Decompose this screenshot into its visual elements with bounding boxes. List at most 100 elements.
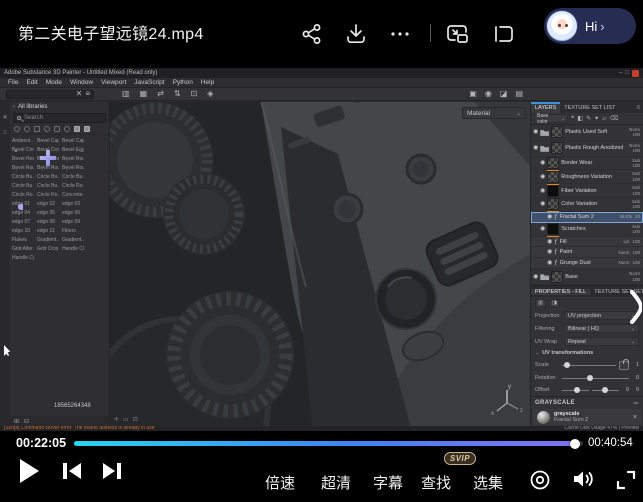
visibility-eye-icon[interactable]: ◉ bbox=[547, 260, 552, 266]
asset-tile[interactable]: Bevel Rou… bbox=[62, 156, 84, 162]
slider-value[interactable]: 0 bbox=[622, 387, 629, 393]
filter-textures-icon[interactable] bbox=[74, 126, 80, 132]
visibility-eye-icon[interactable]: ◉ bbox=[533, 145, 538, 151]
mask-mode-icon[interactable]: ◨ bbox=[549, 299, 560, 308]
video-frame-substance-painter[interactable]: Adobe Substance 3D Painter - Untitled Mi… bbox=[0, 68, 643, 431]
episodes-button[interactable]: 选集 bbox=[473, 472, 503, 493]
layer-blend-mode[interactable]: BLEN bbox=[620, 214, 632, 220]
layer-name[interactable]: Plastic Used Soft bbox=[565, 129, 627, 135]
asset-tile[interactable]: Bevel Hex… bbox=[12, 156, 34, 162]
filter-all-icon[interactable] bbox=[14, 126, 20, 132]
picture-in-picture-icon[interactable] bbox=[446, 22, 470, 46]
layer-row[interactable]: ◉ ƒ Fill Lin 100 bbox=[531, 237, 643, 248]
filter-smart-materials-icon[interactable] bbox=[34, 126, 40, 132]
visibility-eye-icon[interactable]: ◉ bbox=[533, 129, 538, 135]
visibility-eye-icon[interactable]: ◉ bbox=[540, 188, 545, 194]
layer-opacity[interactable]: 20 bbox=[635, 214, 640, 220]
asset-tile[interactable]: Gradient… bbox=[37, 237, 59, 243]
delete-layer-icon[interactable]: ⌫ bbox=[610, 115, 618, 122]
layer-blend-mode[interactable]: Lin bbox=[623, 239, 629, 245]
assets-library-label[interactable]: All libraries bbox=[18, 104, 47, 110]
asset-tile[interactable] bbox=[62, 255, 84, 261]
asset-tile[interactable]: Circle Bu… bbox=[37, 174, 59, 180]
panel-menu-icon[interactable]: ≡ bbox=[636, 105, 643, 111]
filter-alphas-icon[interactable] bbox=[64, 126, 70, 132]
download-icon[interactable] bbox=[344, 22, 368, 46]
add-paint-layer-icon[interactable]: ✎ bbox=[586, 115, 591, 122]
layer-row[interactable]: ◉ ƒ Plastic Rough Anodized Norm 100 bbox=[531, 141, 643, 157]
grid-icon[interactable]: ⊡ bbox=[133, 416, 138, 423]
asset-tile[interactable] bbox=[37, 255, 59, 261]
layer-blend-mode[interactable]: Norm bbox=[618, 250, 629, 256]
filter-environments-icon[interactable] bbox=[84, 126, 90, 132]
watch-together-icon[interactable] bbox=[529, 469, 551, 491]
filter-smart-masks-icon[interactable] bbox=[44, 126, 50, 132]
share-icon[interactable] bbox=[300, 22, 324, 46]
field-value-dropdown[interactable]: Repeat bbox=[564, 337, 639, 346]
tab-properties-fill[interactable]: PROPERTIES - FILL bbox=[531, 289, 590, 295]
asset-tile[interactable]: edge 07 bbox=[12, 219, 34, 225]
viewport-3d[interactable]: y x z Material ⌄ ✛ ▭ ⊡ bbox=[110, 102, 530, 426]
asset-tile[interactable]: edge 08 bbox=[37, 219, 59, 225]
asset-tile[interactable]: Bevel Cap… bbox=[37, 138, 59, 144]
playback-speed-button[interactable]: 倍速 bbox=[265, 472, 295, 493]
asset-tile[interactable]: Bevel Rou… bbox=[62, 165, 84, 171]
asset-tile[interactable]: Circle Bu… bbox=[12, 174, 34, 180]
grayscale-resource-item[interactable]: grayscale Fractal Sum 2 × bbox=[533, 409, 641, 425]
visibility-eye-icon[interactable]: ◉ bbox=[540, 226, 545, 232]
asset-tile[interactable]: edge 11 bbox=[37, 228, 59, 234]
visibility-eye-icon[interactable]: ◉ bbox=[540, 174, 545, 180]
menu-item[interactable]: Viewport bbox=[101, 79, 126, 86]
slider-value[interactable]: 0 bbox=[632, 375, 639, 381]
layer-name[interactable]: Base bbox=[565, 274, 627, 280]
assets-header[interactable]: › All libraries bbox=[10, 102, 109, 112]
import-resources-icon[interactable]: ⊞ bbox=[14, 418, 19, 425]
asset-tile[interactable]: edge 09 bbox=[62, 219, 84, 225]
mini-window-icon[interactable] bbox=[492, 22, 516, 46]
layer-name[interactable]: Fractal Sum 2 bbox=[560, 214, 619, 220]
asset-tile[interactable]: Ambient… bbox=[12, 138, 34, 144]
menu-item[interactable]: File bbox=[8, 79, 18, 86]
camera-icon[interactable]: ▣ bbox=[469, 89, 477, 99]
slider-value[interactable]: 1 bbox=[632, 362, 639, 368]
layer-row[interactable]: ◉ ƒ Fiber Variation Sub 100 bbox=[531, 184, 643, 198]
list-icon[interactable]: ≡ bbox=[85, 89, 90, 99]
material-mode-icon[interactable]: ▥ bbox=[535, 299, 546, 308]
swap-horizontal-icon[interactable]: ⇄ bbox=[157, 89, 164, 99]
slider-track-2[interactable] bbox=[592, 390, 619, 391]
slider-track[interactable] bbox=[562, 390, 589, 391]
layer-opacity[interactable]: 100 bbox=[632, 277, 640, 283]
layer-row[interactable]: ◉ ƒ Plastic Used Soft Norm 100 bbox=[531, 125, 643, 141]
asset-tile[interactable]: Handle Cy… bbox=[12, 255, 34, 261]
assets-search-field[interactable]: Search bbox=[13, 113, 106, 123]
toolbar-search-box[interactable]: ✕ ≡ bbox=[6, 90, 94, 99]
layer-row[interactable]: ◉ ƒ Fractal Sum 2 BLEN 20 bbox=[531, 212, 643, 223]
layer-name[interactable]: Color Variation bbox=[561, 201, 630, 207]
menu-item[interactable]: Help bbox=[201, 79, 214, 86]
layer-name[interactable]: Grunge Dust bbox=[560, 260, 617, 266]
shading-mode-dropdown[interactable]: Material ⌄ bbox=[462, 107, 526, 119]
asset-tile[interactable]: Bevel Egg bbox=[62, 147, 84, 153]
drag-handle-icon[interactable]: ⁝⁝ bbox=[3, 129, 7, 136]
asset-tile[interactable]: edge 04 bbox=[12, 210, 34, 216]
close-panel-icon[interactable]: ✕ bbox=[2, 114, 7, 121]
slider-track[interactable] bbox=[562, 378, 629, 379]
layer-row[interactable]: ◉ ƒ Base Norm 100 bbox=[531, 269, 643, 285]
asset-tile[interactable]: Circle Bu… bbox=[12, 183, 34, 189]
filter-brushes-icon[interactable] bbox=[54, 126, 60, 132]
slider-value-2[interactable]: 0 bbox=[632, 387, 639, 393]
menu-item[interactable]: Python bbox=[173, 79, 193, 86]
asset-tile[interactable]: Circle Ro… bbox=[12, 192, 34, 198]
columns-view-icon[interactable]: ▦ bbox=[140, 89, 148, 99]
layer-row[interactable]: ◉ ƒ Paint Norm 100 bbox=[531, 247, 643, 258]
visibility-eye-icon[interactable]: ◉ bbox=[547, 214, 552, 220]
layer-opacity[interactable]: 100 bbox=[632, 191, 640, 197]
remove-resource-icon[interactable]: × bbox=[633, 414, 637, 421]
progress-bar-track[interactable] bbox=[74, 441, 583, 446]
layer-name[interactable]: Border Wear bbox=[561, 160, 630, 166]
split-view-icon[interactable]: ▥ bbox=[122, 89, 130, 99]
layer-opacity[interactable]: 100 bbox=[632, 148, 640, 154]
layer-row[interactable]: ◉ ƒ Grunge Dust Norm 100 bbox=[531, 258, 643, 269]
slider-knob[interactable] bbox=[564, 362, 570, 368]
layer-opacity[interactable]: 100 bbox=[632, 250, 640, 256]
